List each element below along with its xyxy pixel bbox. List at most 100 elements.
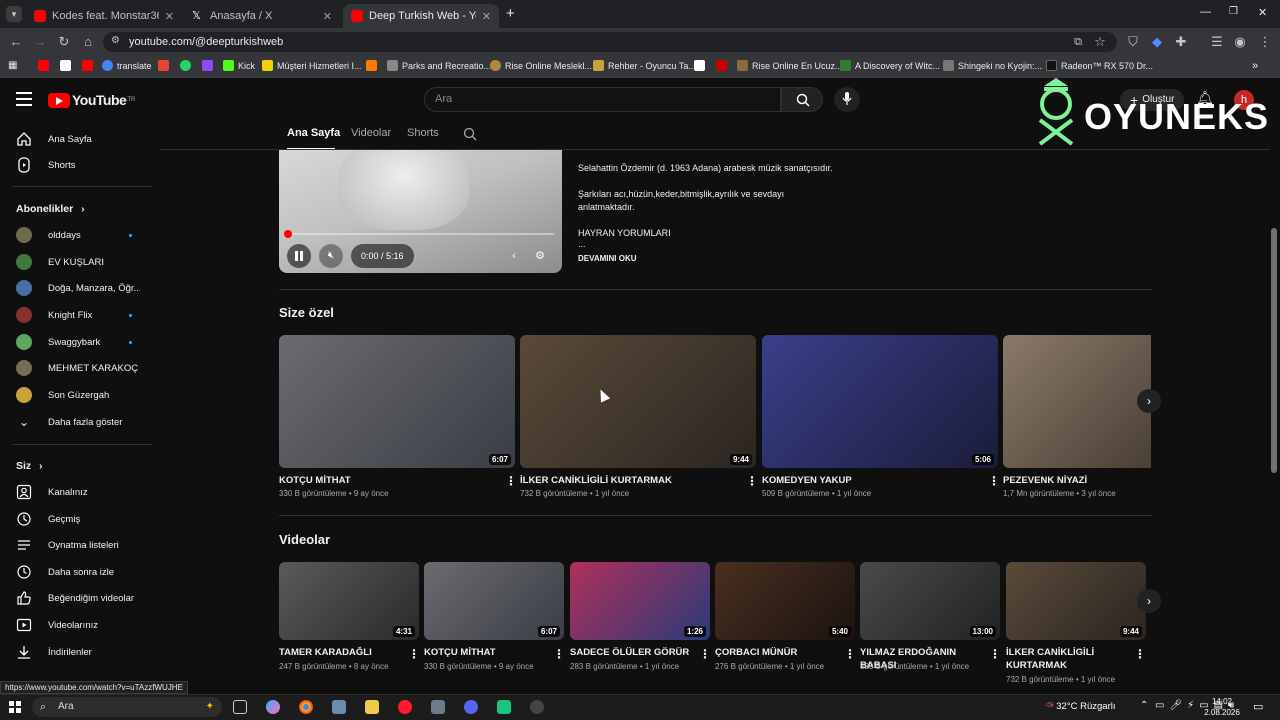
bookmark-youtube-icon[interactable] bbox=[38, 60, 53, 71]
video-title[interactable]: KOTÇU MİTHAT bbox=[279, 474, 351, 487]
settings-button[interactable]: ⚙ bbox=[529, 244, 551, 268]
video-options-icon[interactable]: ⋮ bbox=[989, 647, 1001, 661]
video-options-icon[interactable]: ⋮ bbox=[699, 647, 711, 661]
extensions-puzzle-icon[interactable]: ✚ bbox=[1173, 34, 1189, 50]
video-title[interactable]: TAMER KARADAĞLI bbox=[279, 646, 399, 659]
for-you-next-button[interactable]: › bbox=[1137, 389, 1161, 413]
chapter-nav-button[interactable]: ‹ bbox=[503, 244, 525, 268]
subscriptions-heading[interactable]: Abonelikler › bbox=[16, 203, 85, 215]
sidebar-item-watch-later[interactable]: Daha sonra izle bbox=[0, 559, 154, 585]
tab-search-button[interactable]: ▾ bbox=[6, 6, 22, 22]
tab-shorts[interactable]: Shorts bbox=[407, 127, 439, 139]
browser-menu-icon[interactable]: ⋮ bbox=[1257, 34, 1273, 50]
bookmark-witches[interactable]: A Discovery of Witc... bbox=[840, 60, 940, 71]
bookmark-musteri[interactable]: Müşteri Hizmetleri I... bbox=[262, 60, 362, 71]
task-view-icon[interactable] bbox=[233, 700, 247, 714]
home-icon[interactable]: ⌂ bbox=[80, 34, 96, 50]
tray-chevron-up-icon[interactable]: ⌃ bbox=[1140, 700, 1148, 711]
close-window-icon[interactable]: ✕ bbox=[1258, 6, 1267, 19]
bookmark-youtube-2-icon[interactable] bbox=[82, 60, 97, 71]
bookmark-gmail-icon[interactable] bbox=[158, 60, 173, 71]
video-options-icon[interactable]: ⋮ bbox=[408, 647, 420, 661]
videos-next-button[interactable]: › bbox=[1137, 589, 1161, 613]
close-tab-icon[interactable]: ✕ bbox=[165, 10, 174, 23]
tab-videos[interactable]: Videolar bbox=[351, 127, 391, 139]
forward-icon[interactable]: → bbox=[32, 34, 48, 50]
sidebar-item-shorts[interactable]: Shorts bbox=[0, 152, 154, 178]
address-bar[interactable]: ⚙ youtube.com/@deepturkishweb bbox=[103, 32, 1117, 52]
show-more-button[interactable]: ⌄ Daha fazla göster bbox=[0, 409, 154, 435]
video-title[interactable]: ÇORBACI MÜNÜR bbox=[715, 646, 835, 659]
video-thumbnail-4[interactable]: 5:40 bbox=[715, 562, 855, 640]
sidebar-item-playlists[interactable]: Oynatma listeleri bbox=[0, 532, 154, 558]
video-options-icon[interactable]: ⋮ bbox=[553, 647, 565, 661]
bookmark-red-icon[interactable] bbox=[716, 60, 731, 71]
voice-search-button[interactable] bbox=[834, 87, 860, 112]
bookmark-translate[interactable]: translate bbox=[102, 60, 152, 71]
site-info-icon[interactable]: ⚙ bbox=[111, 35, 120, 46]
sidebar-sub-mehmet-karakoc[interactable]: MEHMET KARAKOÇ bbox=[0, 355, 154, 381]
for-you-thumbnail-1[interactable]: 6:07 bbox=[279, 335, 515, 468]
video-options-icon[interactable]: ⋮ bbox=[844, 647, 856, 661]
calculator-icon[interactable] bbox=[431, 700, 445, 714]
bookmark-rise-meslek[interactable]: Rise Online Meslekl... bbox=[490, 60, 592, 71]
profile-icon[interactable]: ◉ bbox=[1232, 34, 1248, 50]
player-scrubber[interactable] bbox=[284, 230, 292, 238]
notification-center-icon[interactable]: ▭ bbox=[1253, 700, 1263, 713]
more-bookmarks-icon[interactable]: » bbox=[1252, 60, 1258, 72]
apps-icon[interactable]: ▦ bbox=[8, 60, 17, 71]
copilot-icon[interactable] bbox=[266, 700, 280, 714]
minimize-icon[interactable]: — bbox=[1200, 6, 1211, 18]
app-dark-icon[interactable] bbox=[530, 700, 544, 714]
taskbar-search-box[interactable]: ⌕ Ara ✦ bbox=[32, 697, 222, 717]
discord-icon[interactable] bbox=[464, 700, 478, 714]
install-app-icon[interactable]: ⧉ bbox=[1070, 34, 1086, 50]
shield-extension-icon[interactable]: ⛉ bbox=[1125, 34, 1141, 50]
sidebar-item-history[interactable]: Geçmiş bbox=[0, 506, 154, 532]
video-thumbnail-1[interactable]: 4:31 bbox=[279, 562, 419, 640]
sidebar-sub-doga[interactable]: Doğa, Manzara, Öğr... bbox=[0, 275, 154, 301]
page-scrollbar[interactable] bbox=[1271, 228, 1277, 473]
windows-start-icon[interactable] bbox=[9, 701, 21, 713]
bookmark-kick[interactable]: Kick bbox=[223, 60, 255, 71]
sidebar-sub-ev-kuslari[interactable]: EV KUŞLARI bbox=[0, 249, 154, 275]
featured-video-player[interactable]: 🔇︎ 0:00 / 5:16 ‹ ⚙ bbox=[279, 150, 562, 273]
bookmark-parks[interactable]: Parks and Recreatio... bbox=[387, 60, 491, 71]
search-input[interactable]: Ara bbox=[424, 87, 781, 112]
file-explorer-icon[interactable] bbox=[365, 700, 379, 714]
extension-icon[interactable]: ◆ bbox=[1149, 34, 1165, 50]
bookmark-x-icon[interactable] bbox=[60, 60, 75, 71]
video-title[interactable]: SADECE ÖLÜLER GÖRÜR bbox=[570, 646, 695, 659]
bookmark-radeon[interactable]: Radeon™ RX 570 Dr... bbox=[1046, 60, 1153, 71]
video-options-icon[interactable]: ⋮ bbox=[1134, 647, 1146, 661]
video-title[interactable]: KOTÇU MİTHAT bbox=[424, 646, 544, 659]
you-heading[interactable]: Siz › bbox=[16, 460, 43, 472]
video-title[interactable]: PEZEVENK NİYAZİ bbox=[1003, 474, 1087, 487]
video-options-icon[interactable]: ⋮ bbox=[988, 474, 1000, 488]
bookmark-star-icon[interactable]: ☆ bbox=[1092, 34, 1108, 50]
bookmark-twitch-icon[interactable] bbox=[202, 60, 217, 71]
bookmark-rise-ucuz[interactable]: Rise Online En Ucuz... bbox=[737, 60, 843, 71]
video-options-icon[interactable]: ⋮ bbox=[505, 474, 517, 488]
reading-list-icon[interactable]: ☰ bbox=[1209, 34, 1225, 50]
browser-tab-1[interactable]: Kodes feat. Monstar361 - Yerali ✕ bbox=[26, 4, 182, 28]
video-thumbnail-3[interactable]: 1:26 bbox=[570, 562, 710, 640]
close-tab-icon[interactable]: ✕ bbox=[482, 10, 491, 23]
read-more-link[interactable]: DEVAMINI OKU bbox=[578, 252, 998, 265]
channel-search-icon[interactable] bbox=[463, 127, 477, 141]
sidebar-item-your-videos[interactable]: Videolarınız bbox=[0, 612, 154, 638]
video-thumbnail-5[interactable]: 13:00 bbox=[860, 562, 1000, 640]
back-icon[interactable]: ← bbox=[8, 34, 24, 50]
sidebar-item-home[interactable]: Ana Sayfa bbox=[0, 126, 154, 152]
sidebar-item-liked-videos[interactable]: Beğendiğim videolar bbox=[0, 585, 154, 611]
bookmark-whatsapp-icon[interactable] bbox=[180, 60, 195, 71]
player-progress-track[interactable] bbox=[287, 233, 554, 235]
bookmark-rehber[interactable]: Rehber - Oyuncu Ta... bbox=[593, 60, 696, 71]
video-thumbnail-6[interactable]: 9:44 bbox=[1006, 562, 1146, 640]
sidebar-item-downloads[interactable]: İndirilenler bbox=[0, 639, 154, 665]
app-taskbar-icon[interactable] bbox=[332, 700, 346, 714]
browser-tab-2[interactable]: 𝕏 Anasayfa / X ✕ bbox=[184, 4, 340, 28]
reload-icon[interactable]: ↻ bbox=[56, 34, 72, 50]
sidebar-sub-son-guzergah[interactable]: Son Güzergah bbox=[0, 382, 154, 408]
youtube-logo[interactable]: YouTube TR bbox=[48, 92, 135, 108]
